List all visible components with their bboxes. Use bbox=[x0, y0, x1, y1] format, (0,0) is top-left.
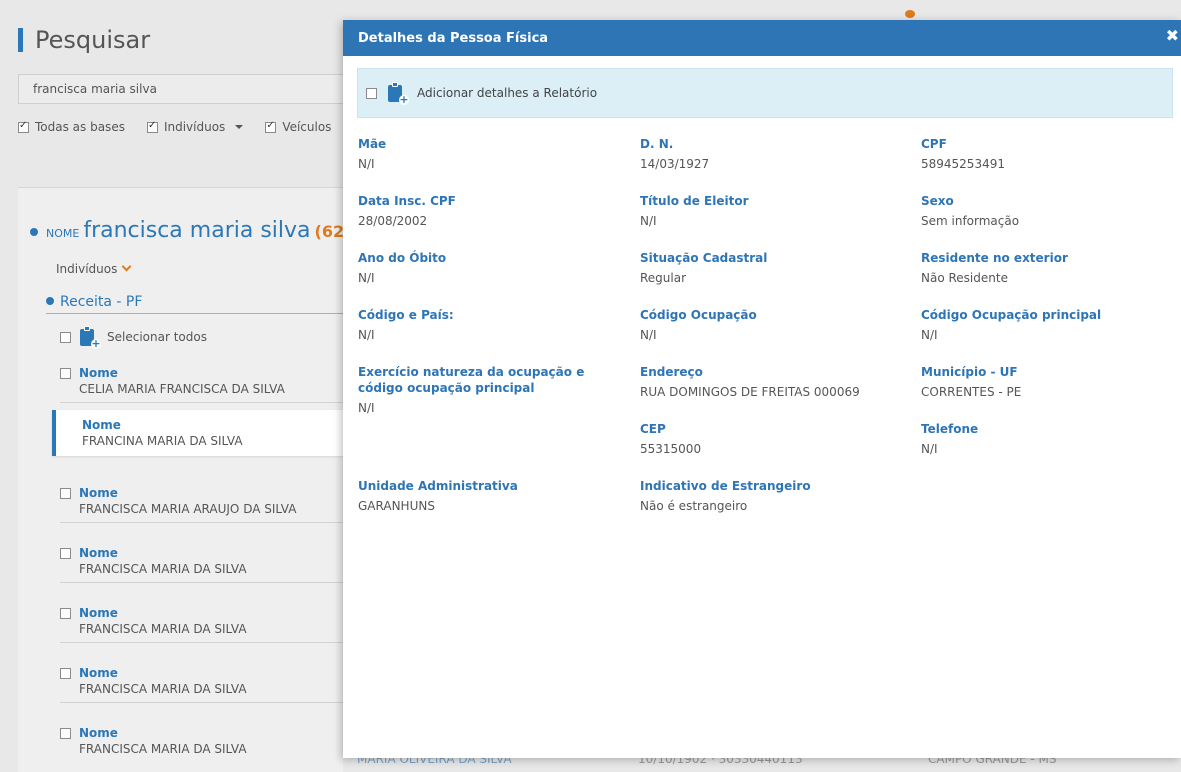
filter-all-bases[interactable]: Todas as bases bbox=[18, 120, 125, 134]
title-accent-bar bbox=[18, 28, 23, 52]
select-all-row[interactable]: + Selecionar todos bbox=[60, 326, 207, 349]
search-kind-label: NOME bbox=[46, 227, 80, 240]
person-details-modal: Detalhes da Pessoa Física ✖ + Adicionar … bbox=[343, 20, 1181, 758]
field-indicativo-estrangeiro: Indicativo de Estrangeiro Não é estrangei… bbox=[640, 479, 811, 513]
clipboard-add-icon[interactable]: + bbox=[79, 326, 101, 349]
field-cpf: CPF 58945253491 bbox=[921, 137, 1005, 171]
checkbox[interactable] bbox=[18, 120, 29, 133]
list-item[interactable]: Nome FRANCISCA MARIA DA SILVA bbox=[60, 606, 343, 643]
checkbox[interactable] bbox=[60, 607, 71, 619]
list-item[interactable]: Nome FRANCISCA MARIA DA SILVA bbox=[60, 546, 343, 583]
list-item-selected[interactable]: Nome FRANCINA MARIA DA SILVA bbox=[52, 410, 352, 456]
filter-vehicles[interactable]: Veículos bbox=[265, 120, 331, 134]
field-telefone: Telefone N/I bbox=[921, 422, 979, 456]
individuals-toggle[interactable]: Indivíduos bbox=[56, 261, 132, 276]
caret-down-icon[interactable] bbox=[235, 125, 244, 129]
field-residente-exterior: Residente no exterior Não Residente bbox=[921, 251, 1068, 285]
modal-header: Detalhes da Pessoa Física ✖ bbox=[343, 20, 1181, 56]
source-label[interactable]: Receita - PF bbox=[60, 294, 142, 310]
list-item[interactable]: Nome FRANCISCA MARIA DA SILVA bbox=[60, 666, 343, 703]
field-exercicio-natureza: Exercício natureza da ocupação e código … bbox=[358, 365, 585, 415]
checkbox[interactable] bbox=[60, 367, 71, 379]
results-panel: NOME francisca maria silva (62) Indivídu… bbox=[18, 187, 356, 772]
chevron-down-icon[interactable] bbox=[121, 261, 132, 271]
field-data-insc-cpf: Data Insc. CPF 28/08/2002 bbox=[358, 194, 456, 228]
add-to-report-label: Adicionar detalhes a Relatório bbox=[417, 86, 598, 100]
collapse-bullet-icon[interactable] bbox=[30, 228, 38, 236]
field-unidade-administrativa: Unidade Administrativa GARANHUNS bbox=[358, 479, 518, 513]
field-cep: CEP 55315000 bbox=[640, 422, 702, 456]
collapse-bullet-icon[interactable] bbox=[46, 297, 54, 305]
checkbox[interactable] bbox=[60, 727, 71, 739]
field-municipio-uf: Município - UF CORRENTES - PE bbox=[921, 365, 1022, 399]
field-ano-obito: Ano do Óbito N/I bbox=[358, 251, 447, 285]
field-endereco: Endereço RUA DOMINGOS DE FREITAS 000069 bbox=[640, 365, 860, 399]
field-titulo-eleitor: Título de Eleitor N/I bbox=[640, 194, 749, 228]
filter-bar: Todas as bases Indivíduos Veículos bbox=[18, 120, 331, 134]
checkbox[interactable] bbox=[146, 120, 158, 133]
field-dn: D. N. 14/03/1927 bbox=[640, 137, 710, 171]
modal-title: Detalhes da Pessoa Física bbox=[358, 31, 549, 46]
select-all-checkbox[interactable] bbox=[60, 331, 71, 343]
result-group-header[interactable]: NOME francisca maria silva (62) bbox=[30, 218, 351, 243]
close-icon[interactable]: ✖ bbox=[1166, 26, 1179, 45]
add-to-report-checkbox[interactable] bbox=[366, 87, 377, 99]
list-item[interactable]: Nome FRANCISCA MARIA DA SILVA bbox=[60, 726, 343, 762]
search-query-link[interactable]: francisca maria silva bbox=[83, 218, 310, 243]
list-item[interactable]: Nome CELIA MARIA FRANCISCA DA SILVA bbox=[60, 366, 343, 403]
field-sexo: Sexo Sem informação bbox=[921, 194, 1020, 228]
source-header[interactable]: Receita - PF bbox=[46, 294, 356, 314]
filter-individuals[interactable]: Indivíduos bbox=[146, 120, 244, 134]
field-codigo-ocupacao-principal: Código Ocupação principal N/I bbox=[921, 308, 1102, 342]
list-item[interactable]: Nome FRANCISCA MARIA ARAUJO DA SILVA bbox=[60, 486, 343, 523]
checkbox[interactable] bbox=[60, 547, 71, 559]
field-codigo-ocupacao: Código Ocupação N/I bbox=[640, 308, 757, 342]
checkbox[interactable] bbox=[265, 120, 277, 133]
checkbox[interactable] bbox=[60, 667, 71, 679]
clipboard-add-icon[interactable]: + bbox=[387, 82, 409, 105]
field-situacao-cadastral: Situação Cadastral Regular bbox=[640, 251, 768, 285]
field-mae: Mãe N/I bbox=[358, 137, 387, 171]
search-input[interactable]: francisca maria silva bbox=[18, 74, 358, 104]
page-title-text: Pesquisar bbox=[35, 26, 151, 54]
notification-badge bbox=[905, 10, 915, 18]
checkbox[interactable] bbox=[60, 487, 71, 499]
page-title: Pesquisar bbox=[18, 26, 150, 54]
field-codigo-pais: Código e País: N/I bbox=[358, 308, 454, 342]
add-to-report-bar[interactable]: + Adicionar detalhes a Relatório bbox=[357, 68, 1173, 118]
